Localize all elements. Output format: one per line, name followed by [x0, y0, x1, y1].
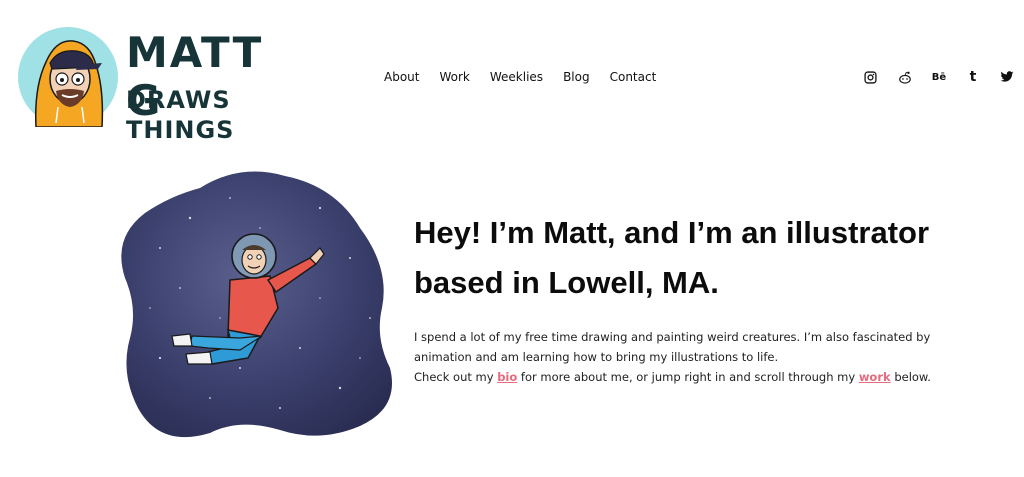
reddit-icon[interactable] [895, 67, 915, 87]
headline-line-2: based in Lowell, MA. [414, 265, 719, 300]
main-nav: About Work Weeklies Blog Contact [384, 68, 676, 86]
social-links: Bē t [860, 67, 1020, 87]
intro-text-end: below. [890, 370, 931, 384]
intro-paragraph: I spend a lot of my free time drawing an… [414, 330, 931, 364]
bio-link[interactable]: bio [497, 370, 517, 384]
hero-headline: Hey! I’m Matt, and I’m an illustrator ba… [414, 208, 974, 308]
hero-intro: I spend a lot of my free time drawing an… [414, 327, 974, 387]
nav-contact[interactable]: Contact [610, 68, 657, 86]
nav-about[interactable]: About [384, 68, 419, 86]
behance-icon[interactable]: Bē [929, 67, 949, 87]
headline-line-1: Hey! I’m Matt, and I’m an illustrator [414, 215, 930, 250]
intro-links-paragraph: Check out my bio for more about me, or j… [414, 367, 974, 387]
site-logo[interactable]: MATT G DRAWS THINGS [18, 27, 288, 144]
logo-subtitle: DRAWS THINGS [126, 86, 235, 144]
nav-weeklies[interactable]: Weeklies [490, 68, 543, 86]
intro-text-mid: for more about me, or jump right in and … [517, 370, 859, 384]
twitter-icon[interactable] [997, 67, 1017, 87]
intro-text-start: Check out my [414, 370, 498, 384]
nav-blog[interactable]: Blog [563, 68, 590, 86]
astronaut-illustration [121, 171, 393, 438]
instagram-icon[interactable] [860, 67, 880, 87]
work-link[interactable]: work [859, 370, 891, 384]
avatar-illustration [18, 27, 118, 127]
nav-work[interactable]: Work [439, 68, 469, 86]
tumblr-icon[interactable]: t [963, 67, 983, 87]
